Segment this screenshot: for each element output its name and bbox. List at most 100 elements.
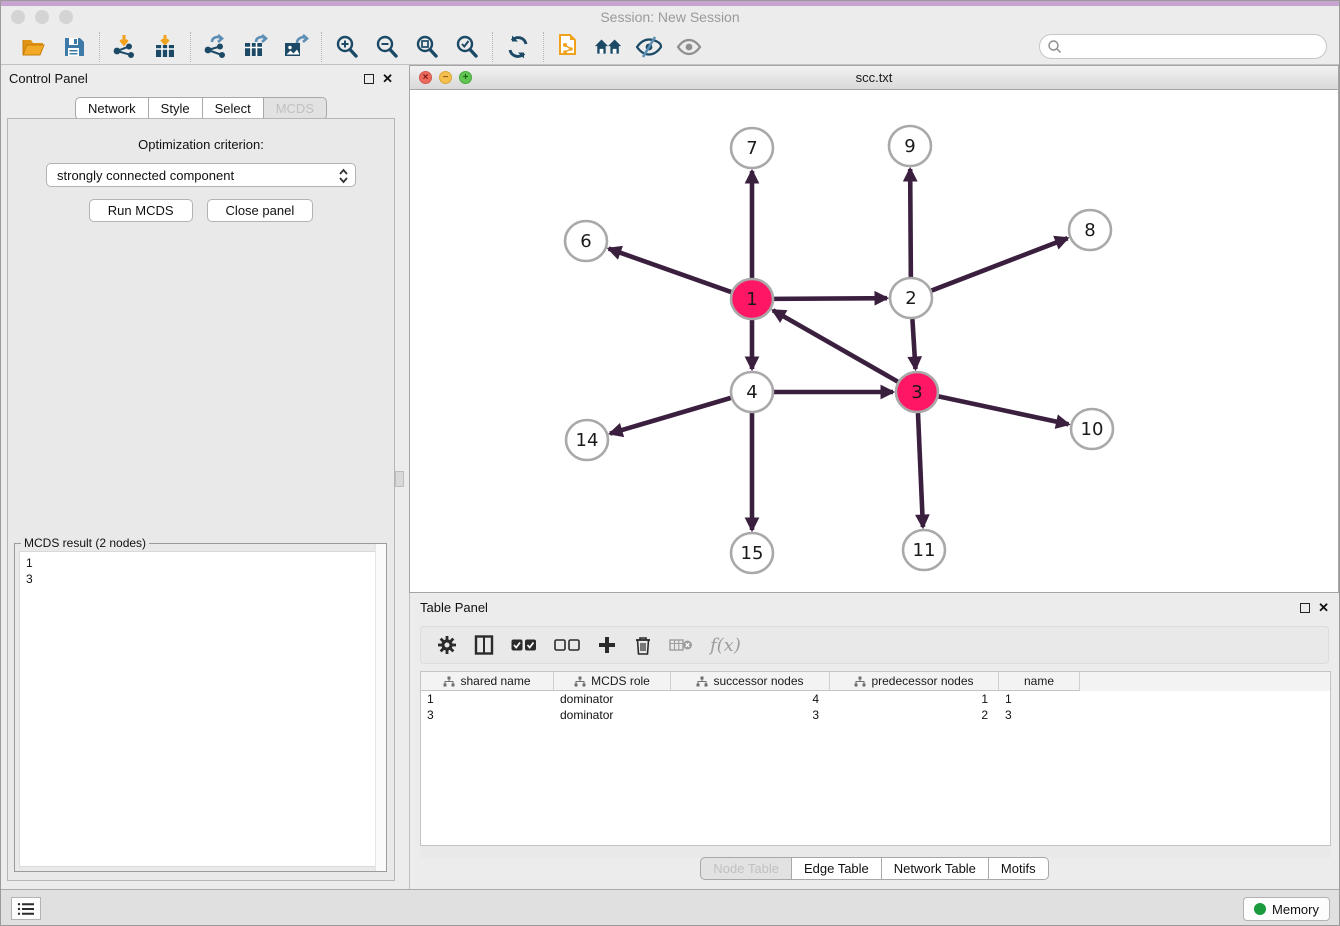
cell-mcds-role[interactable]: dominator [554,707,671,723]
graph-edge-1-6[interactable] [609,249,732,292]
cell-shared-name[interactable]: 1 [421,691,554,707]
cell-shared-name[interactable]: 3 [421,707,554,723]
graph-edge-2-3[interactable] [912,319,915,369]
dropdown-stepper-icon [338,167,349,185]
export-network-icon[interactable] [201,32,231,62]
tab-node-table[interactable]: Node Table [700,857,792,880]
tab-mcds[interactable]: MCDS [264,97,327,120]
eye-icon[interactable] [674,32,704,62]
float-panel-icon[interactable] [364,74,374,84]
table-tabs: Node Table Edge Table Network Table Moti… [410,857,1339,880]
search-icon [1047,39,1063,55]
graph-node-label-7: 7 [746,138,757,159]
graph-edge-2-9[interactable] [910,169,911,277]
duplicate-network-icon[interactable] [554,32,584,62]
graph-node-label-9: 9 [904,136,915,157]
close-panel-icon[interactable]: ✕ [382,71,393,87]
zoom-out-icon[interactable] [372,32,402,62]
tab-edge-table[interactable]: Edge Table [792,857,882,880]
task-history-button[interactable] [11,897,41,920]
refresh-icon[interactable] [503,32,533,62]
cell-successor-nodes[interactable]: 3 [671,707,830,723]
select-all-icon[interactable] [511,638,537,652]
hierarchy-icon [574,676,586,687]
tab-select[interactable]: Select [203,97,264,120]
add-column-icon[interactable] [597,635,617,655]
function-builder-icon: f(x) [710,635,741,656]
cell-predecessor-nodes[interactable]: 1 [830,691,999,707]
graph-edge-3-10[interactable] [939,396,1069,424]
criterion-dropdown[interactable]: strongly connected component [46,163,356,187]
tab-network[interactable]: Network [75,97,149,120]
export-image-icon[interactable] [281,32,311,62]
graph-node-label-15: 15 [741,543,764,564]
control-panel: Control Panel ✕ Network Style Select MCD… [1,65,401,891]
application-window: Session: New Session [0,0,1340,926]
vertical-splitter-grip[interactable] [395,471,404,487]
table-row[interactable]: 3 dominator 3 2 3 [421,707,1330,723]
zoom-fit-icon[interactable] [412,32,442,62]
hierarchy-icon [854,676,866,687]
float-table-panel-icon[interactable] [1300,603,1310,613]
graph-node-label-3: 3 [911,382,922,403]
eye-slash-icon[interactable] [634,32,664,62]
table-toolbar: f(x) [420,626,1329,664]
graph-node-label-11: 11 [913,540,936,561]
open-folder-icon[interactable] [19,32,49,62]
deselect-all-icon[interactable] [554,638,580,652]
graph-node-label-14: 14 [576,430,599,451]
optimization-criterion-label: Optimization criterion: [8,137,394,152]
cell-successor-nodes[interactable]: 4 [671,691,830,707]
save-icon[interactable] [59,32,89,62]
zoom-in-icon[interactable] [332,32,362,62]
column-header-successor-nodes[interactable]: successor nodes [671,672,830,691]
column-header-mcds-role[interactable]: MCDS role [554,672,671,691]
close-table-panel-icon[interactable]: ✕ [1318,600,1329,616]
network-canvas[interactable]: 7968124314101511 [410,90,1338,592]
column-header-shared-name[interactable]: shared name [421,672,554,691]
cell-predecessor-nodes[interactable]: 2 [830,707,999,723]
run-mcds-button[interactable]: Run MCDS [89,199,193,222]
import-table-icon[interactable] [150,32,180,62]
mcds-result-list[interactable]: 1 3 [19,551,382,867]
cell-name[interactable]: 3 [999,707,1080,723]
main-toolbar [1,29,1339,65]
settings-gear-icon[interactable] [437,635,457,655]
mcds-result-scrollbar[interactable] [375,544,386,871]
network-window-titlebar[interactable]: × − + scc.txt [410,66,1338,90]
zoom-selected-icon[interactable] [452,32,482,62]
search-input[interactable] [1039,34,1327,59]
graph-edge-3-1[interactable] [773,310,898,381]
criterion-value: strongly connected component [57,168,234,183]
delete-table-icon[interactable] [634,635,652,656]
mcds-tab-content: Optimization criterion: strongly connect… [7,118,395,881]
close-panel-button[interactable]: Close panel [207,199,314,222]
column-header-name[interactable]: name [999,672,1080,691]
tab-style[interactable]: Style [149,97,203,120]
node-table[interactable]: shared name MCDS role successor nodes pr… [420,671,1331,846]
graph-node-label-2: 2 [905,288,916,309]
toggle-column-view-icon[interactable] [474,635,494,655]
houses-icon[interactable] [594,32,624,62]
cell-mcds-role[interactable]: dominator [554,691,671,707]
graph-edge-1-2[interactable] [774,298,887,299]
column-header-predecessor-nodes[interactable]: predecessor nodes [830,672,999,691]
table-row[interactable]: 1 dominator 4 1 1 [421,691,1330,707]
tab-network-table[interactable]: Network Table [882,857,989,880]
control-panel-tabs: Network Style Select MCDS [1,97,401,120]
titlebar: Session: New Session [1,6,1339,29]
export-table-icon[interactable] [241,32,271,62]
network-graph: 7968124314101511 [410,90,1340,592]
graph-node-label-6: 6 [580,231,591,252]
graph-edge-3-11[interactable] [918,413,923,527]
table-header-row: shared name MCDS role successor nodes pr… [421,672,1330,691]
cell-name[interactable]: 1 [999,691,1080,707]
tab-motifs[interactable]: Motifs [989,857,1049,880]
graph-edge-4-14[interactable] [610,398,731,434]
mcds-result-title: MCDS result (2 nodes) [21,536,149,550]
import-network-icon[interactable] [110,32,140,62]
memory-button[interactable]: Memory [1243,897,1330,921]
graph-node-label-10: 10 [1081,419,1104,440]
graph-edge-2-8[interactable] [932,238,1068,290]
table-panel: Table Panel ✕ [409,593,1339,891]
